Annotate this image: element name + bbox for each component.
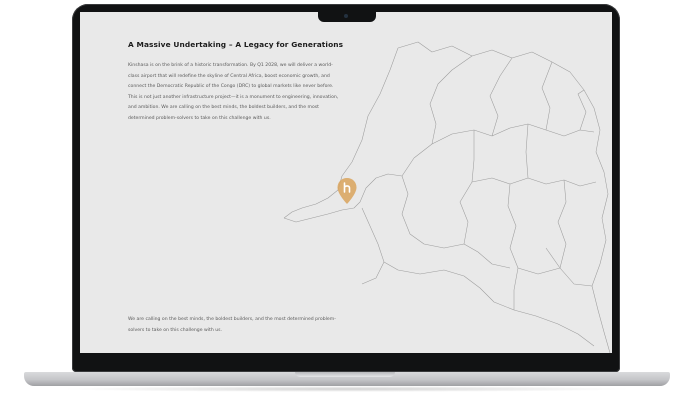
location-pin-icon [337, 178, 357, 204]
map-province-border [557, 179, 593, 287]
camera-notch [318, 10, 376, 22]
map-province-border [525, 123, 529, 179]
map-province-border [507, 183, 519, 310]
page-headline: A Massive Undertaking – A Legacy for Gen… [128, 40, 344, 49]
camera-icon [344, 14, 348, 18]
map-province-border [517, 267, 561, 275]
intro-paragraph: Kinshasa is on the brink of a historic t… [128, 63, 339, 121]
laptop-shadow [60, 386, 634, 392]
laptop-screen: A Massive Undertaking – A Legacy for Gen… [80, 12, 612, 353]
map-province-border [489, 57, 513, 137]
laptop-mockup: A Massive Undertaking – A Legacy for Gen… [0, 0, 677, 395]
map-province-border [545, 247, 561, 269]
map-province-border [541, 61, 553, 131]
map-province-border [459, 130, 475, 245]
map-province-border [401, 123, 595, 177]
map-southern-border [361, 207, 595, 347]
closing-paragraph: We are calling on the best minds, the bo… [128, 317, 336, 333]
map-province-border [361, 261, 385, 285]
map-province-border [471, 177, 597, 187]
map-province-border [577, 89, 587, 131]
map-province-border [429, 55, 473, 145]
map-province-border [401, 175, 479, 253]
map-province-border [477, 251, 511, 269]
laptop-base-opening [295, 372, 395, 377]
kinshasa-location-marker[interactable] [336, 177, 358, 205]
